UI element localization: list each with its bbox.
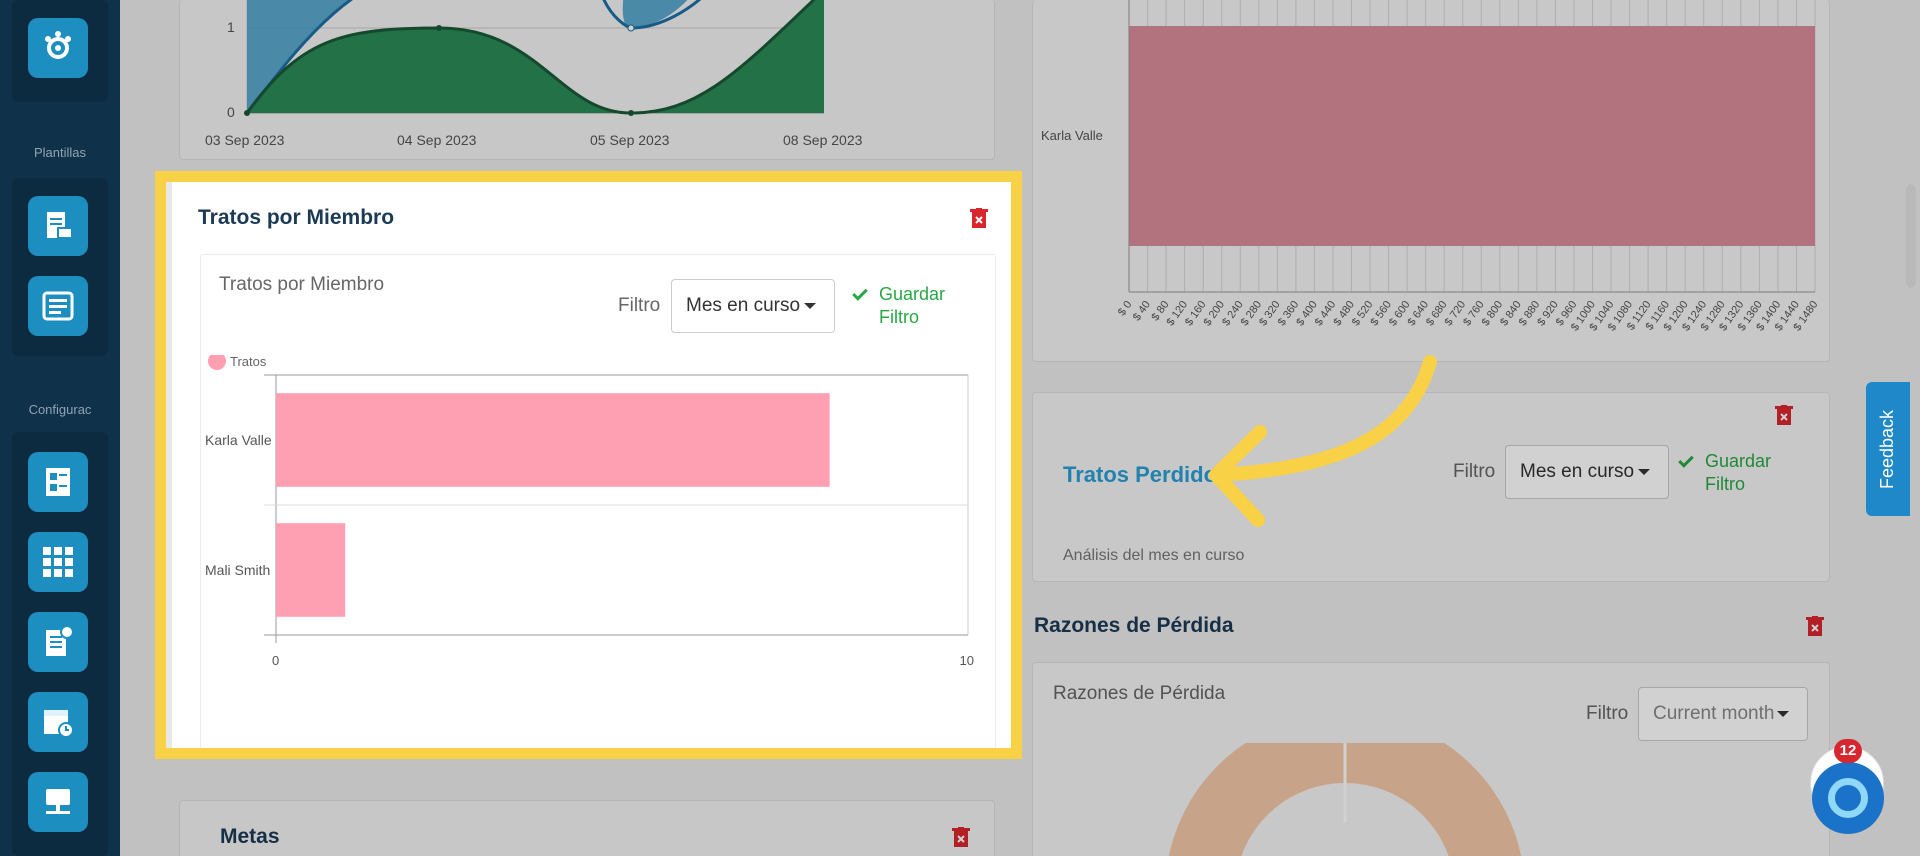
razones-panel-title: Razones de Pérdida <box>1053 683 1226 704</box>
chevron-down-icon <box>1777 711 1789 717</box>
grid-icon[interactable] <box>28 532 88 592</box>
tratos-perdido-title[interactable]: Tratos Perdido <box>1063 462 1217 488</box>
filter-select-value: Mes en curso <box>1520 461 1635 482</box>
bar <box>276 523 346 617</box>
save-filter-line1: Guardar <box>1705 451 1772 471</box>
save-filter-button[interactable]: Guardar Filtro <box>1678 450 1772 496</box>
feedback-tab[interactable]: Feedback <box>1866 382 1910 516</box>
line-chart: 1 0 03 Sep 2023 04 Sep 2023 05 Sep 2023 … <box>205 0 863 148</box>
category-label: Karla Valle <box>205 432 272 448</box>
x-tick: 08 Sep 2023 <box>783 132 863 148</box>
sidebar: Plantillas Configurac <box>0 0 120 856</box>
x-tick-label: 0 <box>272 653 279 668</box>
form-template-icon[interactable] <box>28 276 88 336</box>
revenue-chart-card: Karla Valle $ 0 $ 40 $ 80 $ 120 $ 160 $ 200 $ … <box>1032 0 1830 362</box>
filter-select[interactable]: Mes en curso <box>1505 445 1669 499</box>
revenue-bar <box>1129 26 1815 246</box>
calendar-clock-icon[interactable] <box>28 692 88 752</box>
invoice-dollar-icon[interactable] <box>28 612 88 672</box>
filter-select[interactable]: Mes en curso <box>671 279 835 333</box>
filter-label: Filtro <box>618 295 661 316</box>
category-label: Mali Smith <box>205 562 270 578</box>
team-gear-icon[interactable] <box>28 18 88 78</box>
bar <box>276 393 830 487</box>
save-filter-line1: Guardar <box>879 284 946 304</box>
sidebar-group-templates <box>12 178 108 356</box>
legend-label: Tratos <box>230 355 267 369</box>
annotation-arrow <box>1209 355 1437 527</box>
sidebar-group-top <box>12 0 108 102</box>
check-icon <box>852 285 868 301</box>
trash-icon[interactable] <box>970 208 988 228</box>
tratos-por-miembro-widget: Tratos por Miembro Tratos por Miembro Fi… <box>166 182 1011 748</box>
save-filter-button[interactable]: Guardar Filtro <box>852 283 946 329</box>
donut-chart <box>1168 743 1522 856</box>
filter-label: Filtro <box>1586 703 1629 724</box>
trash-icon[interactable] <box>1775 405 1793 425</box>
revenue-bar-chart: Karla Valle $ 0$ 40$ 80$ 120$ 160$ 200$ … <box>1041 0 1820 333</box>
computer-network-icon[interactable] <box>28 772 88 832</box>
y-category-label: Karla Valle <box>1041 128 1103 143</box>
metas-card: Metas <box>179 800 995 856</box>
x-tick-label: $ 40 <box>1131 299 1153 323</box>
trash-icon[interactable] <box>1806 616 1824 636</box>
chart-panel: Tratos por Miembro Filtro Mes en curso G… <box>200 254 996 748</box>
filter-select-value: Current month <box>1653 703 1775 724</box>
trash-icon[interactable] <box>952 827 970 847</box>
sidebar-group-config <box>12 432 108 856</box>
chevron-down-icon <box>804 303 816 309</box>
chat-launcher-button[interactable] <box>1812 762 1884 834</box>
panel-title: Tratos por Miembro <box>219 274 385 295</box>
widget-title: Tratos por Miembro <box>198 206 395 229</box>
widget-edge <box>166 182 172 748</box>
document-mail-icon[interactable] <box>28 196 88 256</box>
legend-marker <box>208 355 226 370</box>
scrollbar[interactable] <box>1906 184 1916 288</box>
razones-card: Razones de Pérdida Filtro Current month <box>1032 662 1830 856</box>
form-settings-icon[interactable] <box>28 452 88 512</box>
sidebar-section-config: Configurac <box>28 402 92 417</box>
notification-badge: 12 <box>1834 739 1862 763</box>
save-filter-line2: Filtro <box>879 307 919 327</box>
metas-title: Metas <box>220 825 280 848</box>
x-tick: 04 Sep 2023 <box>397 132 477 148</box>
x-tick-label: 10 <box>960 653 974 668</box>
filter-select[interactable]: Current month <box>1638 687 1808 741</box>
tratos-bar-chart: Tratos Karla Valle Mali Smith 0 10 <box>205 355 974 668</box>
check-icon <box>1678 452 1694 468</box>
razones-widget-title: Razones de Pérdida <box>1034 614 1234 637</box>
feedback-label: Feedback <box>1877 409 1898 489</box>
sidebar-section-templates: Plantillas <box>33 145 87 160</box>
x-tick: 05 Sep 2023 <box>590 132 670 148</box>
chevron-down-icon <box>1638 469 1650 475</box>
line-chart-card: 1 0 03 Sep 2023 04 Sep 2023 05 Sep 2023 … <box>179 0 995 160</box>
y-tick: 0 <box>227 104 235 120</box>
x-tick: 03 Sep 2023 <box>205 132 285 148</box>
save-filter-line2: Filtro <box>1705 474 1745 494</box>
chat-ring-icon <box>1828 778 1868 818</box>
y-tick: 1 <box>227 19 235 35</box>
filter-select-value: Mes en curso <box>686 295 801 316</box>
